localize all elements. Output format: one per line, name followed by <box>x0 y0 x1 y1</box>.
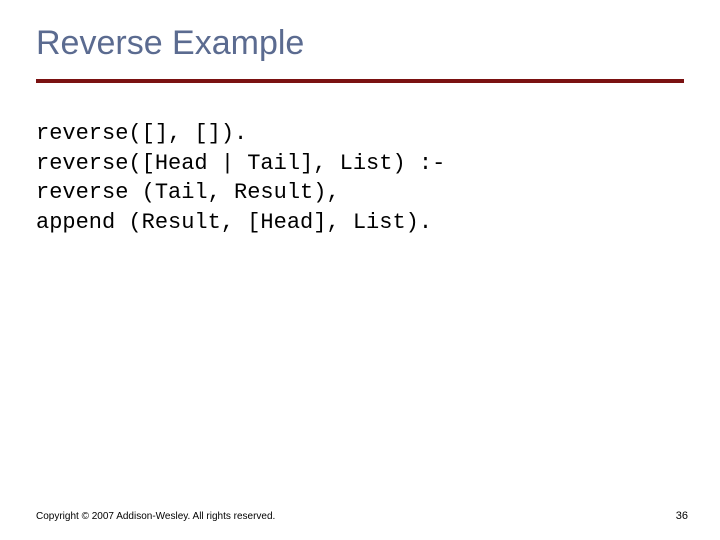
slide: Reverse Example reverse([], []). reverse… <box>0 0 720 540</box>
title-underline <box>36 79 684 83</box>
copyright-footer: Copyright © 2007 Addison-Wesley. All rig… <box>36 511 275 522</box>
page-title: Reverse Example <box>36 24 684 77</box>
page-number: 36 <box>676 510 688 522</box>
code-block: reverse([], []). reverse([Head | Tail], … <box>36 119 684 238</box>
